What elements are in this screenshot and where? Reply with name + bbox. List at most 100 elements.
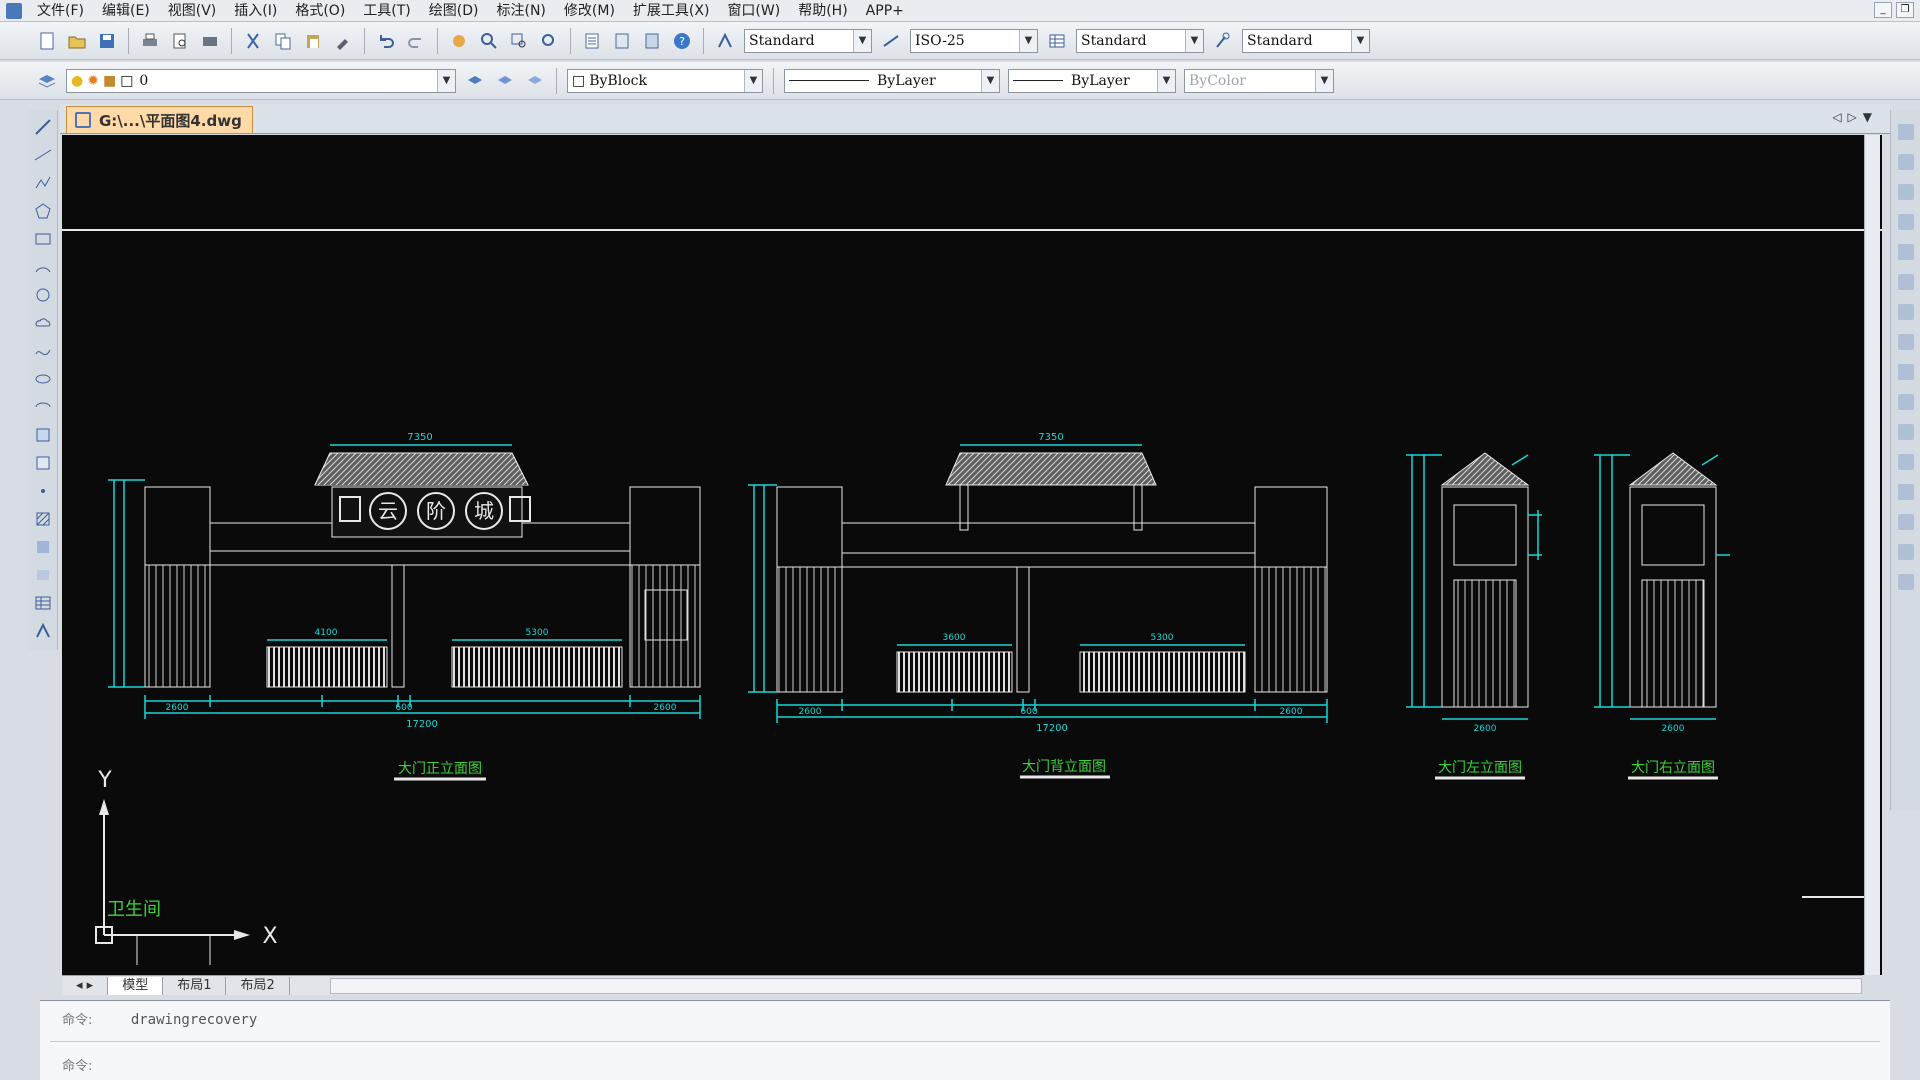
tab-navigation[interactable]: ◁▷▼ <box>1832 110 1878 124</box>
menu-file[interactable]: 文件(F) <box>28 0 93 22</box>
restore-icon[interactable]: ❐ <box>1896 2 1914 18</box>
tab-model[interactable]: 模型 <box>108 976 164 995</box>
revision-cloud-icon[interactable] <box>32 312 54 334</box>
redo-icon[interactable] <box>404 29 428 53</box>
menu-edit[interactable]: 编辑(E) <box>93 0 159 22</box>
make-block-icon[interactable] <box>32 452 54 474</box>
fillet-icon[interactable] <box>1898 544 1914 560</box>
spline-icon[interactable] <box>32 340 54 362</box>
zoom-previous-icon[interactable] <box>537 29 561 53</box>
break-icon[interactable] <box>1898 454 1914 470</box>
arc-icon[interactable] <box>32 256 54 278</box>
text-style-dropdown[interactable]: Standard ▼ <box>744 28 872 53</box>
scale-icon[interactable] <box>1898 334 1914 350</box>
layer-manager-icon[interactable] <box>35 69 59 93</box>
copy-icon[interactable] <box>271 29 295 53</box>
lineweight-dropdown[interactable]: ByLayer ▼ <box>1008 68 1176 93</box>
mirror-icon[interactable] <box>1898 184 1914 200</box>
chevron-down-icon[interactable]: ▼ <box>744 69 762 92</box>
color-dropdown[interactable]: □ ByBlock ▼ <box>567 68 763 93</box>
region-icon[interactable] <box>32 564 54 586</box>
print-icon[interactable] <box>138 29 162 53</box>
vertical-scrollbar[interactable] <box>1864 135 1880 975</box>
menu-format[interactable]: 格式(O) <box>286 0 354 22</box>
make-current-layer-icon[interactable] <box>463 69 487 93</box>
chamfer-icon[interactable] <box>1898 514 1914 530</box>
chevron-down-icon[interactable]: ▼ <box>437 69 455 92</box>
paste-icon[interactable] <box>301 29 325 53</box>
zoom-window-icon[interactable] <box>507 29 531 53</box>
stretch-icon[interactable] <box>1898 364 1914 380</box>
tab-nav-arrows[interactable]: ◂ ▸ <box>62 976 109 995</box>
menu-tools[interactable]: 工具(T) <box>354 0 419 22</box>
insert-block-icon[interactable] <box>32 424 54 446</box>
open-folder-icon[interactable] <box>65 29 89 53</box>
tab-layout2[interactable]: 布局2 <box>226 976 290 995</box>
minimize-icon[interactable]: _ <box>1874 2 1892 18</box>
ellipse-arc-icon[interactable] <box>32 396 54 418</box>
undo-icon[interactable] <box>374 29 398 53</box>
menu-dimension[interactable]: 标注(N) <box>488 0 555 22</box>
offset-icon[interactable] <box>1898 214 1914 230</box>
polygon-icon[interactable] <box>32 200 54 222</box>
chevron-down-icon[interactable]: ▼ <box>981 69 999 92</box>
menu-help[interactable]: 帮助(H) <box>789 0 856 22</box>
chevron-down-icon[interactable]: ▼ <box>1157 69 1175 92</box>
multileader-style-dropdown[interactable]: Standard ▼ <box>1242 28 1370 53</box>
menu-draw[interactable]: 绘图(D) <box>420 0 488 22</box>
layer-dropdown[interactable]: ● ✹ ■ □ 0 ▼ <box>66 68 456 93</box>
text-style-icon[interactable] <box>713 29 737 53</box>
plot-style-dropdown[interactable]: ByColor ▼ <box>1184 68 1334 93</box>
table-icon[interactable] <box>32 592 54 614</box>
menu-insert[interactable]: 插入(I) <box>225 0 286 22</box>
print-preview-icon[interactable] <box>168 29 192 53</box>
polyline-icon[interactable] <box>32 172 54 194</box>
table-style-dropdown[interactable]: Standard ▼ <box>1076 28 1204 53</box>
menu-window[interactable]: 窗口(W) <box>718 0 789 22</box>
erase-icon[interactable] <box>1898 124 1914 140</box>
hatch-icon[interactable] <box>32 508 54 530</box>
join-icon[interactable] <box>1898 484 1914 500</box>
gradient-icon[interactable] <box>32 536 54 558</box>
document-tab[interactable]: G:\...\平面图4.dwg <box>66 106 253 133</box>
layer-states-icon[interactable] <box>523 69 547 93</box>
chevron-down-icon[interactable]: ▼ <box>1185 29 1203 52</box>
table-style-icon[interactable] <box>1045 29 1069 53</box>
line-tool-icon[interactable] <box>32 116 54 138</box>
copy-object-icon[interactable] <box>1898 154 1914 170</box>
move-icon[interactable] <box>1898 274 1914 290</box>
point-icon[interactable] <box>32 480 54 502</box>
rotate-icon[interactable] <box>1898 304 1914 320</box>
menu-view[interactable]: 视图(V) <box>159 0 226 22</box>
chevron-down-icon[interactable]: ▼ <box>1315 69 1333 92</box>
properties-icon[interactable] <box>580 29 604 53</box>
drawing-canvas[interactable]: 云 阶 城 17200 7350 2600 4100 600 5300 2600… <box>62 135 1882 975</box>
pan-icon[interactable] <box>447 29 471 53</box>
layer-previous-icon[interactable] <box>493 69 517 93</box>
app-logo-icon[interactable] <box>6 3 22 19</box>
menu-express-tools[interactable]: 扩展工具(X) <box>624 0 719 22</box>
multileader-style-icon[interactable] <box>1211 29 1235 53</box>
publish-icon[interactable] <box>198 29 222 53</box>
menu-app[interactable]: APP+ <box>857 0 913 22</box>
design-center-icon[interactable] <box>610 29 634 53</box>
chevron-down-icon[interactable]: ▼ <box>853 29 871 52</box>
menu-modify[interactable]: 修改(M) <box>555 0 624 22</box>
ellipse-icon[interactable] <box>32 368 54 390</box>
command-input-line[interactable]: 命令: <box>62 1055 122 1074</box>
new-file-icon[interactable] <box>35 29 59 53</box>
multiline-text-icon[interactable] <box>32 620 54 642</box>
linetype-dropdown[interactable]: ByLayer ▼ <box>784 68 1000 93</box>
match-properties-icon[interactable] <box>331 29 355 53</box>
rectangle-icon[interactable] <box>32 228 54 250</box>
explode-icon[interactable] <box>1898 574 1914 590</box>
horizontal-scrollbar[interactable] <box>329 977 1862 994</box>
trim-icon[interactable] <box>1898 394 1914 410</box>
dimension-style-icon[interactable] <box>879 29 903 53</box>
chevron-down-icon[interactable]: ▼ <box>1351 29 1369 52</box>
construction-line-icon[interactable] <box>32 144 54 166</box>
dimension-style-dropdown[interactable]: ISO-25 ▼ <box>910 28 1038 53</box>
zoom-realtime-icon[interactable] <box>477 29 501 53</box>
extend-icon[interactable] <box>1898 424 1914 440</box>
chevron-down-icon[interactable]: ▼ <box>1019 29 1037 52</box>
